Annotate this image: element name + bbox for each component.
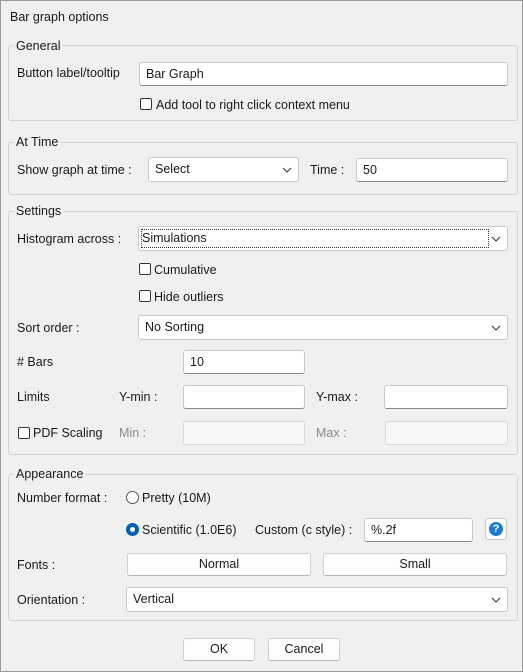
ymin-label: Y-min : (119, 390, 158, 404)
chevron-down-icon (282, 167, 292, 173)
time-input[interactable]: 50 (356, 158, 508, 182)
pdf-scaling-checkbox[interactable] (18, 427, 30, 439)
general-legend: General (14, 39, 63, 53)
ymax-input[interactable] (384, 385, 508, 409)
cumulative-checkbox[interactable] (139, 263, 151, 275)
limits-label: Limits (17, 390, 50, 404)
add-tool-checkbox[interactable] (140, 98, 152, 110)
ymin-input[interactable] (183, 385, 305, 409)
min-input (183, 421, 305, 445)
fonts-label: Fonts : (17, 558, 56, 572)
add-tool-label[interactable]: Add tool to right click context menu (156, 98, 350, 112)
time-label: Time : (310, 163, 345, 177)
hide-outliers-checkbox[interactable] (139, 290, 151, 302)
bars-label: # Bars (17, 355, 54, 369)
help-icon: ? (489, 522, 503, 536)
button-label-input[interactable]: Bar Graph (139, 62, 508, 86)
chevron-down-icon (491, 236, 501, 242)
histogram-value: Simulations (142, 231, 207, 245)
pretty-label[interactable]: Pretty (10M) (142, 491, 211, 505)
cumulative-label[interactable]: Cumulative (154, 263, 217, 277)
title-bar: Bar graph options (1, 1, 522, 31)
histogram-label: Histogram across : (17, 232, 122, 246)
max-label: Max : (316, 426, 347, 440)
ok-button[interactable]: OK (183, 638, 255, 661)
at-time-legend: At Time (14, 135, 61, 149)
show-graph-label: Show graph at time : (17, 163, 132, 177)
bars-input[interactable]: 10 (183, 350, 305, 374)
number-format-label: Number format : (17, 491, 108, 505)
cancel-button[interactable]: Cancel (268, 638, 340, 661)
help-button[interactable]: ? (485, 518, 507, 540)
orientation-label: Orientation : (17, 593, 86, 607)
button-label-label: Button label/tooltip (17, 66, 120, 80)
normal-font-button[interactable]: Normal (127, 553, 311, 576)
histogram-select[interactable]: Simulations (138, 226, 508, 251)
orientation-value: Vertical (133, 592, 174, 606)
custom-format-input[interactable]: %.2f (364, 518, 473, 542)
scientific-label[interactable]: Scientific (1.0E6) (142, 523, 236, 537)
chevron-down-icon (491, 597, 501, 603)
sort-order-label: Sort order : (17, 321, 80, 335)
show-graph-value: Select (155, 162, 190, 176)
min-label: Min : (119, 426, 147, 440)
max-input (385, 421, 508, 445)
settings-legend: Settings (14, 204, 64, 218)
pretty-radio[interactable] (126, 491, 139, 504)
ymax-label: Y-max : (316, 390, 358, 404)
appearance-legend: Appearance (14, 467, 86, 481)
window-title: Bar graph options (10, 10, 109, 24)
scientific-radio[interactable] (126, 523, 139, 536)
orientation-select[interactable]: Vertical (126, 587, 508, 612)
pdf-scaling-label[interactable]: PDF Scaling (33, 426, 102, 440)
sort-order-value: No Sorting (145, 320, 205, 334)
dialog-window: Bar graph options General Button label/t… (0, 0, 523, 672)
sort-order-select[interactable]: No Sorting (138, 315, 508, 340)
show-graph-select[interactable]: Select (148, 157, 299, 182)
custom-label: Custom (c style) : (255, 523, 353, 537)
hide-outliers-label[interactable]: Hide outliers (154, 290, 223, 304)
chevron-down-icon (491, 325, 501, 331)
small-font-button[interactable]: Small (323, 553, 507, 576)
